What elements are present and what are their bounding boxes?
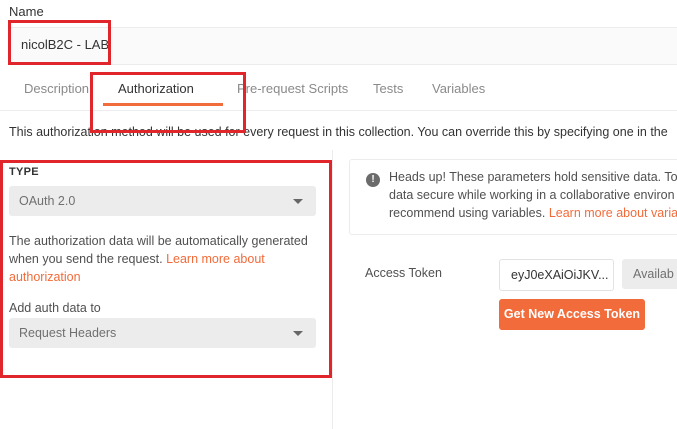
- tab-tests[interactable]: Tests: [373, 81, 403, 96]
- warning-icon: !: [366, 173, 380, 187]
- access-token-label: Access Token: [365, 266, 442, 280]
- available-tokens-label: Availab: [633, 267, 674, 281]
- highlight-box-auth-settings: [0, 160, 332, 378]
- access-token-field[interactable]: eyJ0eXAiOiJKV...: [499, 259, 614, 291]
- available-tokens-select[interactable]: Availab: [622, 259, 677, 289]
- get-new-access-token-button[interactable]: Get New Access Token: [499, 299, 645, 330]
- access-token-value: eyJ0eXAiOiJKV...: [511, 268, 609, 282]
- panel-divider: [332, 150, 333, 429]
- heads-up-line-1: Heads up! These parameters hold sensitiv…: [389, 170, 677, 184]
- name-label: Name: [9, 4, 44, 19]
- learn-more-variables-link[interactable]: Learn more about varia: [549, 206, 677, 220]
- tab-description[interactable]: Description: [24, 81, 89, 96]
- heads-up-line-3-text: recommend using variables.: [389, 206, 546, 220]
- highlight-box-name: [8, 20, 111, 65]
- highlight-box-authorization-tab: [90, 72, 246, 133]
- tab-pre-request-scripts[interactable]: Pre-request Scripts: [237, 81, 348, 96]
- heads-up-notice: ! Heads up! These parameters hold sensit…: [349, 159, 677, 235]
- heads-up-line-3: recommend using variables. Learn more ab…: [389, 206, 677, 220]
- heads-up-line-2: data secure while working in a collabora…: [389, 188, 675, 202]
- tab-variables[interactable]: Variables: [432, 81, 485, 96]
